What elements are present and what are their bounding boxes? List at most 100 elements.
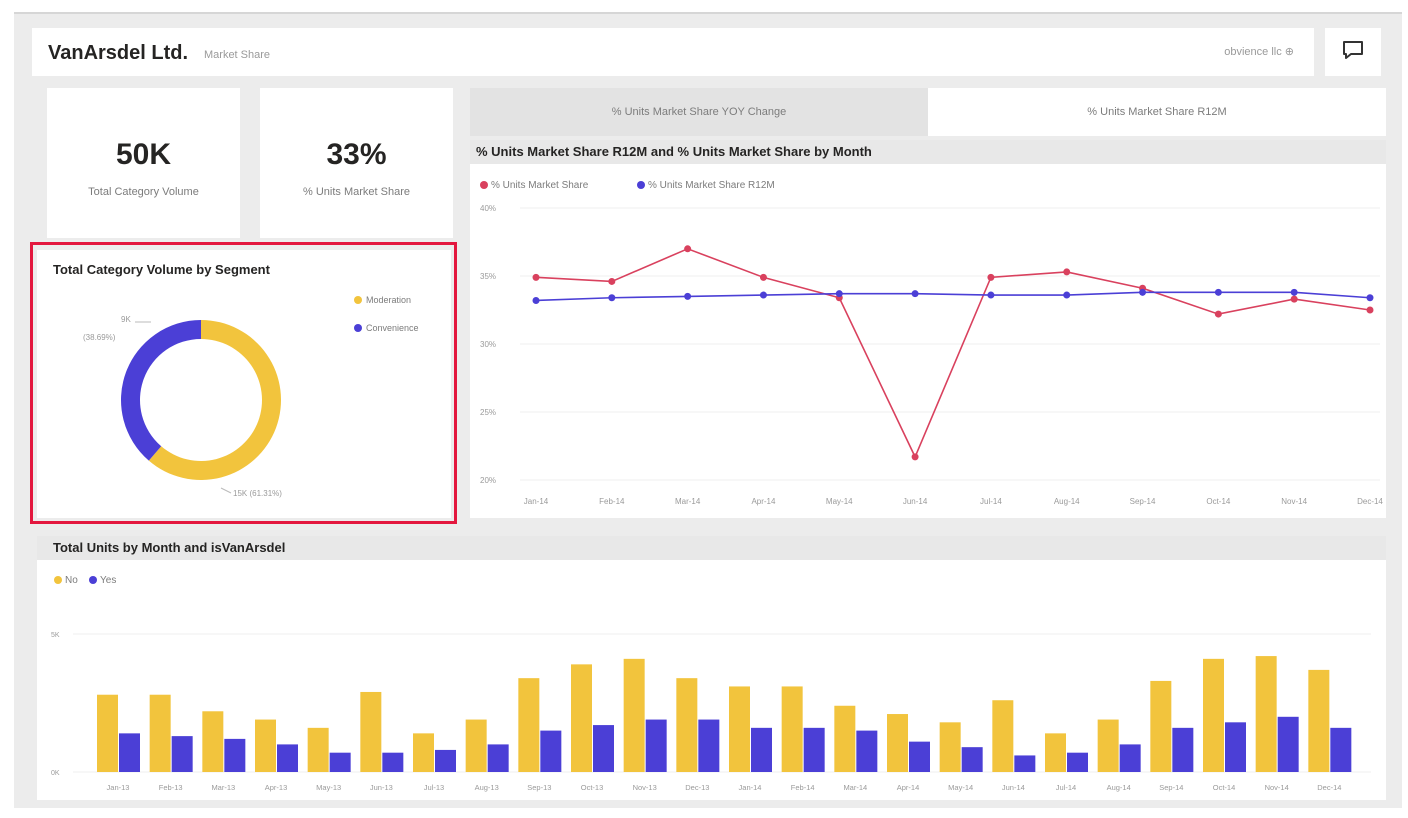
data-point[interactable] (911, 453, 919, 461)
bar-no[interactable] (623, 658, 645, 772)
bar-yes[interactable] (803, 727, 825, 772)
series-line-0 (535, 247, 1371, 459)
x-tick-label: Feb-14 (791, 783, 815, 792)
bar-yes[interactable] (961, 747, 983, 772)
data-point[interactable] (1214, 310, 1222, 318)
bar-no[interactable] (1150, 680, 1172, 772)
bar-yes[interactable] (171, 736, 193, 772)
data-point[interactable] (911, 290, 919, 298)
bar-yes[interactable] (909, 741, 930, 772)
legend-label-yes: Yes (100, 575, 116, 586)
x-tick-label: Apr-14 (751, 497, 776, 506)
bar-chart-panel[interactable]: Total Units by Month and isVanArsdel No … (37, 536, 1386, 800)
x-tick-label: Jun-14 (1002, 783, 1025, 792)
bar-no[interactable] (360, 691, 382, 772)
data-point[interactable] (987, 291, 995, 299)
bar-yes[interactable] (751, 727, 772, 772)
data-point[interactable] (608, 277, 616, 285)
y-tick-label: 0K (51, 770, 60, 777)
data-point[interactable] (684, 292, 692, 300)
bar-no[interactable] (834, 705, 856, 772)
bar-yes[interactable] (382, 752, 404, 772)
bar-no[interactable] (676, 678, 698, 772)
bar-no[interactable] (887, 714, 908, 772)
bar-yes[interactable] (224, 738, 246, 772)
bar-yes[interactable] (1277, 716, 1299, 772)
data-point[interactable] (1214, 288, 1222, 296)
line-chart-panel[interactable]: % Units Market Share R12M and % Units Ma… (470, 140, 1386, 518)
x-tick-label: Jul-14 (980, 497, 1002, 506)
bar-yes[interactable] (593, 725, 614, 772)
bar-yes[interactable] (435, 749, 456, 772)
bar-no[interactable] (307, 727, 329, 772)
bar-yes[interactable] (1119, 744, 1141, 772)
bar-no[interactable] (1203, 658, 1224, 772)
data-point[interactable] (759, 273, 767, 281)
data-point[interactable] (1290, 288, 1298, 296)
bar-yes[interactable] (1172, 727, 1194, 772)
bar-yes[interactable] (698, 719, 720, 772)
bar-no[interactable] (97, 694, 118, 772)
data-point[interactable] (759, 291, 767, 299)
comment-button[interactable] (1325, 28, 1381, 76)
bar-no[interactable] (729, 686, 750, 772)
bar-no[interactable] (992, 700, 1014, 772)
data-point[interactable] (684, 245, 692, 253)
data-point[interactable] (1290, 295, 1298, 303)
bar-no[interactable] (1045, 733, 1066, 772)
legend-marker-market-share-r12m (637, 181, 645, 189)
bar-no[interactable] (255, 719, 276, 772)
bar-yes[interactable] (277, 744, 298, 772)
y-tick-label: 5K (51, 632, 60, 639)
x-tick-label: Jul-13 (424, 783, 444, 792)
data-point[interactable] (532, 273, 540, 281)
bar-no[interactable] (202, 711, 224, 772)
legend-label-convenience: Convenience (366, 323, 419, 333)
bar-no[interactable] (149, 694, 171, 772)
tab-r12m[interactable]: % Units Market Share R12M (928, 88, 1386, 136)
data-point[interactable] (1063, 268, 1071, 276)
kpi-card-units-market-share[interactable]: 33% % Units Market Share (260, 88, 453, 238)
bar-yes[interactable] (487, 744, 509, 772)
bar-no[interactable] (939, 722, 961, 772)
x-tick-label: May-14 (826, 497, 853, 506)
data-label-convenience-percent: (38.69%) (83, 333, 116, 342)
user-label[interactable]: obvience llc ⊕ (1224, 45, 1294, 58)
x-tick-label: Jun-14 (903, 497, 928, 506)
bar-yes[interactable] (1225, 722, 1246, 772)
bar-no[interactable] (518, 678, 540, 772)
data-point[interactable] (532, 296, 540, 304)
x-tick-label: Aug-14 (1054, 497, 1080, 506)
bar-yes[interactable] (1067, 752, 1088, 772)
bar-yes[interactable] (1014, 755, 1036, 772)
donut-slice-convenience[interactable] (121, 320, 201, 461)
data-point[interactable] (608, 294, 616, 302)
x-tick-label: Mar-13 (211, 783, 235, 792)
data-point[interactable] (1063, 291, 1071, 299)
bar-no[interactable] (571, 664, 592, 772)
x-tick-label: Sep-13 (527, 783, 551, 792)
data-label-moderation: 15K (61.31%) (233, 489, 282, 498)
bar-no[interactable] (465, 719, 487, 772)
tab-yoy-change[interactable]: % Units Market Share YOY Change (470, 88, 928, 136)
bar-no[interactable] (1308, 669, 1330, 772)
bar-no[interactable] (781, 686, 803, 772)
data-point[interactable] (1139, 288, 1147, 296)
data-point[interactable] (835, 290, 843, 298)
bar-yes[interactable] (329, 752, 351, 772)
kpi-card-total-category-volume[interactable]: 50K Total Category Volume (47, 88, 240, 238)
bar-no[interactable] (413, 733, 434, 772)
bar-yes[interactable] (540, 730, 562, 772)
bar-no[interactable] (1255, 656, 1277, 772)
data-point[interactable] (1366, 306, 1374, 314)
bar-yes[interactable] (1330, 727, 1352, 772)
bar-yes[interactable] (645, 719, 667, 772)
data-point[interactable] (987, 273, 995, 281)
bar-yes[interactable] (856, 730, 878, 772)
donut-chart-panel[interactable]: Total Category Volume by Segment Moderat… (37, 250, 451, 518)
bar-no[interactable] (1097, 719, 1119, 772)
bar-yes[interactable] (119, 733, 140, 772)
data-point[interactable] (1366, 294, 1374, 302)
report-title: VanArsdel Ltd. (48, 42, 189, 64)
x-tick-label: Apr-14 (897, 783, 920, 792)
